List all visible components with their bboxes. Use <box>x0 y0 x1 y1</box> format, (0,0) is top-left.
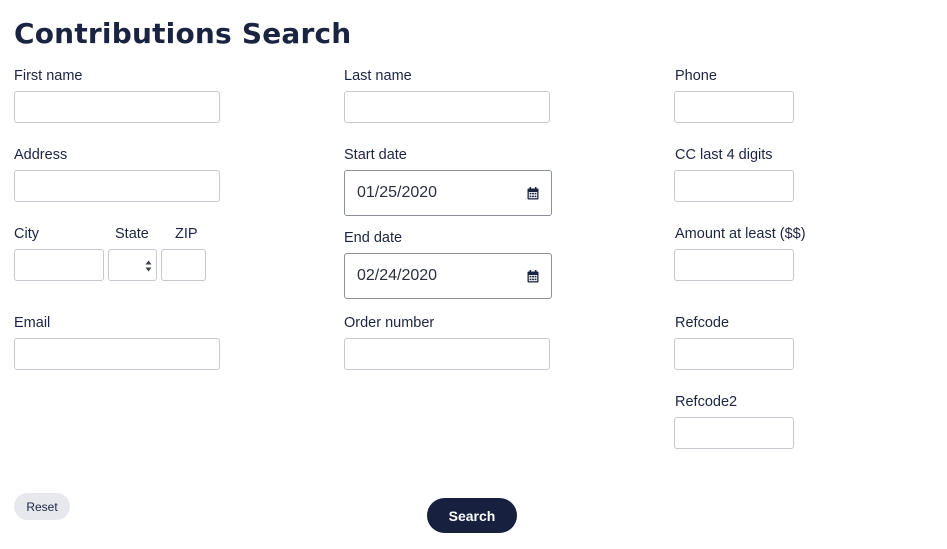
calendar-icon[interactable] <box>527 186 539 200</box>
phone-label: Phone <box>675 68 717 84</box>
start-date-value: 01/25/2020 <box>357 184 438 201</box>
city-label: City <box>14 226 39 242</box>
order-number-input[interactable] <box>344 338 550 370</box>
cc-last4-label: CC last 4 digits <box>675 147 773 163</box>
refcode-label: Refcode <box>675 315 730 331</box>
zip-input[interactable] <box>161 249 206 281</box>
first-name-label: First name <box>14 68 83 84</box>
address-input[interactable] <box>14 170 220 202</box>
start-date-input[interactable]: 01/25/2020 <box>344 170 552 216</box>
amount-min-label: Amount at least ($$) <box>675 226 806 242</box>
calendar-icon[interactable] <box>527 269 539 283</box>
order-number-label: Order number <box>344 315 435 331</box>
city-input[interactable] <box>14 249 104 281</box>
state-select[interactable] <box>108 249 157 281</box>
end-date-label: End date <box>344 230 403 246</box>
amount-min-input[interactable] <box>674 249 794 281</box>
page-title: Contributions Search <box>14 17 352 50</box>
last-name-input[interactable] <box>344 91 550 123</box>
zip-label: ZIP <box>175 226 198 242</box>
first-name-input[interactable] <box>14 91 220 123</box>
state-label: State <box>115 226 149 242</box>
email-label: Email <box>14 315 51 331</box>
reset-button[interactable]: Reset <box>14 493 70 520</box>
search-button[interactable]: Search <box>427 498 517 533</box>
email-input[interactable] <box>14 338 220 370</box>
refcode2-input[interactable] <box>674 417 794 449</box>
cc-last4-input[interactable] <box>674 170 794 202</box>
address-label: Address <box>14 147 68 163</box>
refcode-input[interactable] <box>674 338 794 370</box>
end-date-value: 02/24/2020 <box>357 267 438 284</box>
select-arrows-icon <box>145 259 152 272</box>
phone-input[interactable] <box>674 91 794 123</box>
last-name-label: Last name <box>344 68 412 84</box>
start-date-label: Start date <box>344 147 407 163</box>
end-date-input[interactable]: 02/24/2020 <box>344 253 552 299</box>
refcode2-label: Refcode2 <box>675 394 738 410</box>
